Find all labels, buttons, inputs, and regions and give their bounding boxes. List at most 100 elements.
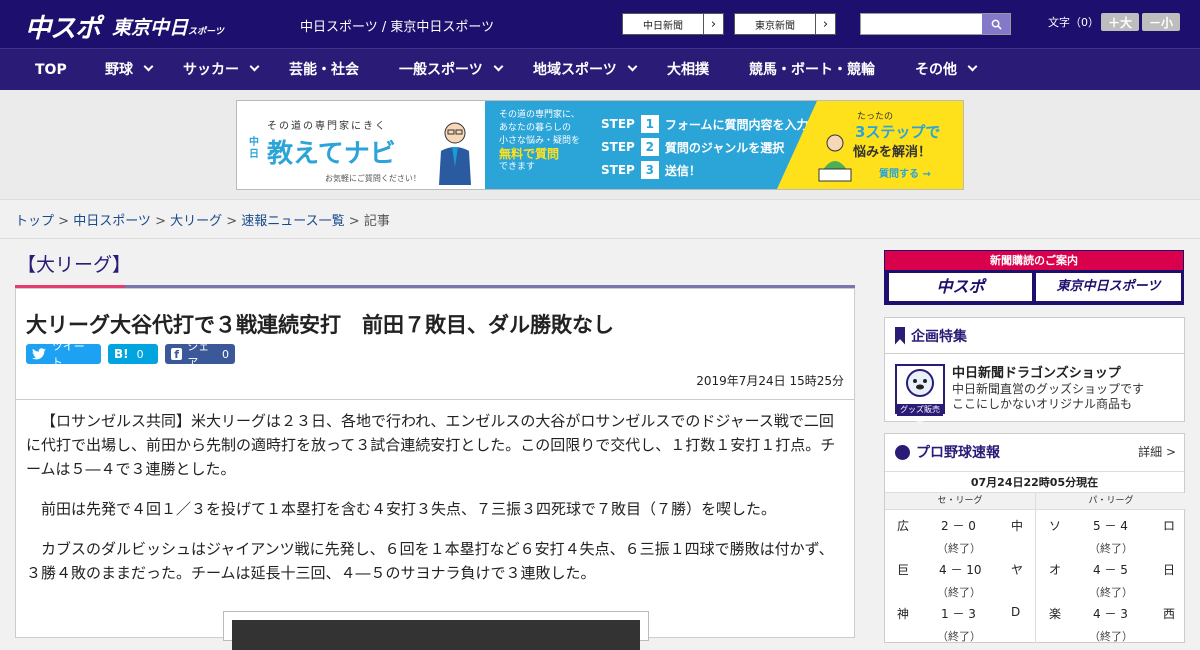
facebook-share-button[interactable]: f シェア 0 — [165, 340, 235, 369]
baseball-title: プロ野球速報 — [916, 445, 1000, 461]
search-input[interactable] — [861, 14, 981, 35]
home-team: オ — [1049, 563, 1062, 577]
nav-local-sports[interactable]: 地域スポーツ — [533, 49, 638, 91]
nav-soccer[interactable]: サッカー — [183, 49, 260, 91]
game-status: （終了） — [1089, 542, 1133, 555]
away-team: ヤ — [1011, 563, 1024, 577]
baseball-header: プロ野球速報 詳細 > — [885, 434, 1184, 470]
tokyo-logo-text: 東京中日 — [112, 17, 189, 39]
ad-mid-panel: その道の専門家に、 あなたの暮らしの 小さな悩み・疑問を 無料で質問 できます — [485, 101, 587, 189]
ad-note: お気軽にご質問ください！ — [325, 174, 421, 183]
breadcrumb-sep: > — [222, 214, 242, 229]
twitter-bird-icon — [32, 348, 46, 360]
central-league-label: セ・リーグ — [885, 493, 1035, 510]
nav-label: その他 — [915, 62, 957, 78]
nav-baseball[interactable]: 野球 — [105, 49, 154, 91]
home-team: 神 — [897, 607, 910, 621]
nav-top[interactable]: TOP — [35, 49, 67, 91]
nav-label: 野球 — [105, 62, 133, 78]
away-team: 中 — [1011, 519, 1024, 533]
facebook-icon: f — [171, 348, 183, 361]
game-status: （終了） — [937, 586, 981, 599]
home-team: 楽 — [1049, 607, 1062, 621]
score: 1 － 3 — [941, 607, 976, 621]
away-team: ロ — [1163, 519, 1176, 533]
dragons-shop-title[interactable]: 中日新聞ドラゴンズショップ — [952, 362, 1121, 381]
shop-desc-line: 中日新聞直営のグッズショップです — [952, 382, 1145, 396]
baseball-icon — [895, 444, 910, 460]
nav-entertainment[interactable]: 芸能・社会 — [289, 49, 359, 91]
chevron-down-icon — [143, 61, 154, 72]
step-label: STEP — [601, 140, 635, 154]
nav-keiba[interactable]: 競馬・ボート・競輪 — [749, 49, 875, 91]
subscribe-chuspo-button[interactable]: 中スポ — [889, 273, 1032, 301]
nav-other[interactable]: その他 — [915, 49, 978, 91]
baseball-as-of: 07月24日22時05分現在 — [885, 471, 1184, 493]
chevron-right-icon: › — [815, 14, 835, 34]
score: 4 － 3 — [1093, 607, 1128, 621]
breadcrumb-link-mlb[interactable]: 大リーグ — [170, 214, 222, 229]
font-bigger-button[interactable]: ＋大 — [1101, 13, 1139, 31]
category-heading: 【大リーグ】 — [17, 254, 132, 276]
chevron-down-icon — [967, 61, 978, 72]
game-status: （終了） — [937, 630, 981, 643]
breadcrumb-link-chunichi-sports[interactable]: 中日スポーツ — [73, 214, 151, 229]
ad-step-3: STEP 3 送信！ — [601, 161, 701, 179]
ad-right-2: 3ステップで — [855, 123, 941, 141]
breadcrumb-link-top[interactable]: トップ — [15, 214, 54, 229]
hatena-count: 0 — [136, 347, 144, 361]
oshiete-navi-banner[interactable]: その道の専門家にきく 中日 教えてナビ お気軽にご質問ください！ その道の専門家… — [236, 100, 964, 190]
chunichi-shimbun-link[interactable]: 中日新聞 › — [622, 13, 724, 35]
tokyo-shimbun-link[interactable]: 東京新聞 › — [734, 13, 836, 35]
ad-mid-line: その道の専門家に、 — [499, 110, 580, 120]
step-label: STEP — [601, 163, 635, 177]
search-icon — [991, 19, 1002, 30]
main-nav: TOP 野球 サッカー 芸能・社会 一般スポーツ 地域スポーツ 大相撲 競馬・ボ… — [0, 48, 1200, 90]
ad-mid-line: あなたの暮らしの — [499, 123, 572, 133]
ad-left-panel: その道の専門家にきく 中日 教えてナビ お気軽にご質問ください！ — [237, 101, 485, 189]
tweet-button[interactable]: ツイート — [26, 340, 101, 369]
nav-general-sports[interactable]: 一般スポーツ — [399, 49, 504, 91]
chunichi-shimbun-label: 中日新聞 — [643, 20, 683, 32]
tweet-label: ツイート — [51, 340, 85, 369]
home-team: 巨 — [897, 563, 910, 577]
ad-question-link[interactable]: 質問する → — [879, 165, 931, 180]
dragons-shop-thumbnail[interactable]: グッズ販売中 — [895, 364, 945, 426]
nav-label: 一般スポーツ — [399, 62, 483, 78]
chevron-down-icon — [627, 61, 638, 72]
article-paragraph: 前田は先発で４回１／３を投げて１本塁打を含む４安打３失点、７三振３四死球で７敗目… — [41, 500, 777, 518]
dragons-shop-description: 中日新聞直営のグッズショップです ここにしかないオリジナル商品も — [952, 382, 1144, 412]
feature-box: 企画特集 グッズ販売中 中日新聞ドラゴンズショップ 中日新聞直営のグッズショップ… — [884, 317, 1185, 426]
article-headline: 大リーグ大谷代打で３戦連続安打 前田７敗目、ダル勝敗なし — [26, 313, 614, 337]
article: 大リーグ大谷代打で３戦連続安打 前田７敗目、ダル勝敗なし ツイート B! 0 f… — [15, 288, 855, 650]
home-team: 広 — [897, 519, 910, 533]
site-header: 中スポ 東京中日スポーツ 中日スポーツ / 東京中日スポーツ 中日新聞 › 東京… — [0, 0, 1200, 48]
ad-right-3: 悩みを解消！ — [853, 145, 932, 160]
nav-sumo[interactable]: 大相撲 — [667, 49, 709, 91]
ad-mid-tail: できます — [499, 162, 536, 172]
ribbon-icon — [895, 326, 905, 345]
away-team: 日 — [1163, 563, 1176, 577]
away-team: D — [1011, 605, 1021, 619]
breadcrumb-sep: > — [150, 214, 171, 229]
search-button[interactable] — [982, 14, 1010, 34]
ad-mid-text: その道の専門家に、 あなたの暮らしの 小さな悩み・疑問を 無料で質問 できます — [499, 109, 589, 174]
game-status: （終了） — [937, 542, 981, 555]
breadcrumb-link-news-list[interactable]: 速報ニュース一覧 — [241, 214, 344, 229]
font-smaller-button[interactable]: －小 — [1142, 13, 1180, 31]
tokyo-chunichi-logo[interactable]: 東京中日スポーツ — [112, 13, 224, 40]
hatena-bookmark-button[interactable]: B! 0 — [108, 344, 158, 364]
step-number: 1 — [640, 115, 659, 133]
score: 5 － 4 — [1093, 519, 1128, 533]
photo-image — [232, 620, 640, 650]
step-text: 送信！ — [664, 163, 701, 178]
subscribe-tokyo-chunichi-button[interactable]: 東京中日スポーツ — [1036, 273, 1181, 301]
nav-label: TOP — [35, 62, 67, 78]
baseball-scores-box: プロ野球速報 詳細 > 07月24日22時05分現在 セ・リーグ パ・リーグ 広… — [884, 433, 1186, 643]
chuspo-logo[interactable]: 中スポ — [25, 8, 101, 45]
article-photo[interactable] — [223, 611, 649, 650]
step-label: STEP — [601, 117, 635, 131]
baseball-detail-link[interactable]: 詳細 > — [1138, 443, 1176, 460]
ad-mid-highlight: 無料で質問 — [499, 147, 560, 161]
league-divider — [1035, 493, 1036, 643]
